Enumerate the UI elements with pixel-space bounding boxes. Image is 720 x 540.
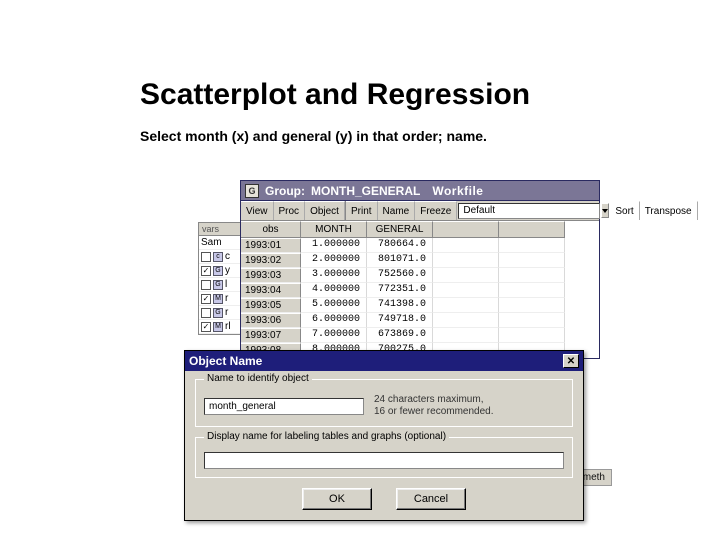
slide-title: Scatterplot and Regression	[140, 78, 530, 112]
checkbox-icon[interactable]	[201, 308, 211, 318]
data-cell[interactable]: 749718.0	[367, 313, 433, 328]
data-cell[interactable]	[499, 298, 565, 313]
name-legend: Name to identify object	[204, 373, 312, 384]
variable-label: rl	[225, 321, 231, 332]
variable-label: r	[225, 307, 228, 318]
object-button[interactable]: Object	[305, 201, 345, 220]
col-header-obs[interactable]: obs	[241, 221, 301, 238]
series-icon: G	[213, 266, 223, 276]
object-name-dialog: Object Name ✕ Name to identify object 24…	[184, 350, 584, 521]
checkbox-icon[interactable]: ✓	[201, 322, 211, 332]
dialog-title: Object Name	[189, 354, 262, 368]
variable-label: r	[225, 293, 228, 304]
series-icon: G	[213, 280, 223, 290]
data-cell[interactable]	[433, 328, 499, 343]
variable-label: c	[225, 251, 230, 262]
eviews-screenshot: ents\2-qmeth vars Sam c c ✓ G y G l ✓ M …	[140, 180, 620, 510]
data-grid: obs MONTH GENERAL 1993:01 1.000000 78066…	[241, 221, 599, 358]
col-header-month[interactable]: MONTH	[301, 221, 367, 238]
proc-button[interactable]: Proc	[274, 201, 306, 220]
display-name-group: Display name for labeling tables and gra…	[195, 437, 573, 478]
data-cell[interactable]: 741398.0	[367, 298, 433, 313]
series-icon: c	[213, 252, 223, 262]
row-header[interactable]: 1993:04	[241, 283, 301, 298]
series-icon: G	[213, 308, 223, 318]
dialog-titlebar[interactable]: Object Name ✕	[185, 351, 583, 371]
series-icon: M	[213, 294, 223, 304]
chevron-down-icon	[602, 209, 608, 213]
group-system-icon[interactable]: G	[245, 184, 259, 198]
data-cell[interactable]	[433, 238, 499, 253]
close-icon: ✕	[567, 356, 575, 367]
display-name-legend: Display name for labeling tables and gra…	[204, 431, 449, 442]
variable-label: l	[225, 279, 227, 290]
data-cell[interactable]	[433, 298, 499, 313]
row-header[interactable]: 1993:03	[241, 268, 301, 283]
data-cell[interactable]: 1.000000	[301, 238, 367, 253]
data-cell[interactable]	[433, 253, 499, 268]
sample-mode-input[interactable]	[458, 203, 600, 219]
checkbox-icon[interactable]: ✓	[201, 294, 211, 304]
data-cell[interactable]	[499, 253, 565, 268]
transpose-button[interactable]: Transpose	[640, 201, 698, 220]
data-cell[interactable]: 5.000000	[301, 298, 367, 313]
variable-label: y	[225, 265, 230, 276]
data-cell[interactable]	[499, 268, 565, 283]
row-header[interactable]: 1993:05	[241, 298, 301, 313]
data-cell[interactable]: 752560.0	[367, 268, 433, 283]
data-cell[interactable]	[499, 328, 565, 343]
data-cell[interactable]: 6.000000	[301, 313, 367, 328]
row-header[interactable]: 1993:01	[241, 238, 301, 253]
row-header[interactable]: 1993:07	[241, 328, 301, 343]
sample-label: Sam	[201, 237, 222, 248]
data-cell[interactable]	[433, 268, 499, 283]
data-cell[interactable]: 772351.0	[367, 283, 433, 298]
data-cell[interactable]	[499, 238, 565, 253]
slide-subtitle: Select month (x) and general (y) in that…	[140, 128, 487, 144]
row-header[interactable]: 1993:06	[241, 313, 301, 328]
name-hint-line2: 16 or fewer recommended.	[374, 406, 494, 418]
cancel-button[interactable]: Cancel	[396, 488, 466, 510]
data-cell[interactable]: 3.000000	[301, 268, 367, 283]
close-button[interactable]: ✕	[563, 354, 579, 368]
data-cell[interactable]	[433, 313, 499, 328]
checkbox-icon[interactable]: ✓	[201, 266, 211, 276]
name-group: Name to identify object 24 characters ma…	[195, 379, 573, 427]
ok-button[interactable]: OK	[302, 488, 372, 510]
data-cell[interactable]: 801071.0	[367, 253, 433, 268]
data-cell[interactable]	[499, 283, 565, 298]
group-title-name: MONTH_GENERAL	[311, 184, 420, 198]
print-button[interactable]: Print	[346, 201, 378, 220]
name-button[interactable]: Name	[378, 201, 416, 220]
object-name-input[interactable]	[204, 398, 364, 415]
row-header[interactable]: 1993:02	[241, 253, 301, 268]
group-window: G Group: MONTH_GENERAL Workfile View Pro…	[240, 180, 600, 359]
group-titlebar[interactable]: G Group: MONTH_GENERAL Workfile	[241, 181, 599, 201]
group-title-prefix: Group:	[265, 184, 305, 198]
col-header-empty[interactable]	[433, 221, 499, 238]
data-cell[interactable]	[433, 283, 499, 298]
data-cell[interactable]: 2.000000	[301, 253, 367, 268]
data-cell[interactable]: 780664.0	[367, 238, 433, 253]
dialog-button-row: OK Cancel	[195, 488, 573, 510]
data-cell[interactable]: 4.000000	[301, 283, 367, 298]
data-cell[interactable]	[499, 313, 565, 328]
dialog-body: Name to identify object 24 characters ma…	[185, 371, 583, 520]
series-icon: M	[213, 322, 223, 332]
freeze-button[interactable]: Freeze	[415, 201, 457, 220]
name-hint: 24 characters maximum, 16 or fewer recom…	[374, 394, 494, 418]
sample-mode-dropdown[interactable]	[601, 203, 609, 218]
display-name-input[interactable]	[204, 452, 564, 469]
checkbox-icon[interactable]	[201, 280, 211, 290]
data-cell[interactable]: 7.000000	[301, 328, 367, 343]
data-cell[interactable]: 673869.0	[367, 328, 433, 343]
col-header-general[interactable]: GENERAL	[367, 221, 433, 238]
checkbox-icon[interactable]	[201, 252, 211, 262]
group-toolbar: View Proc Object Print Name Freeze Sort …	[241, 201, 599, 221]
view-button[interactable]: View	[241, 201, 274, 220]
col-header-empty[interactable]	[499, 221, 565, 238]
sort-button[interactable]: Sort	[610, 201, 639, 220]
name-hint-line1: 24 characters maximum,	[374, 394, 494, 406]
group-title-workfile: Workfile	[432, 184, 483, 198]
